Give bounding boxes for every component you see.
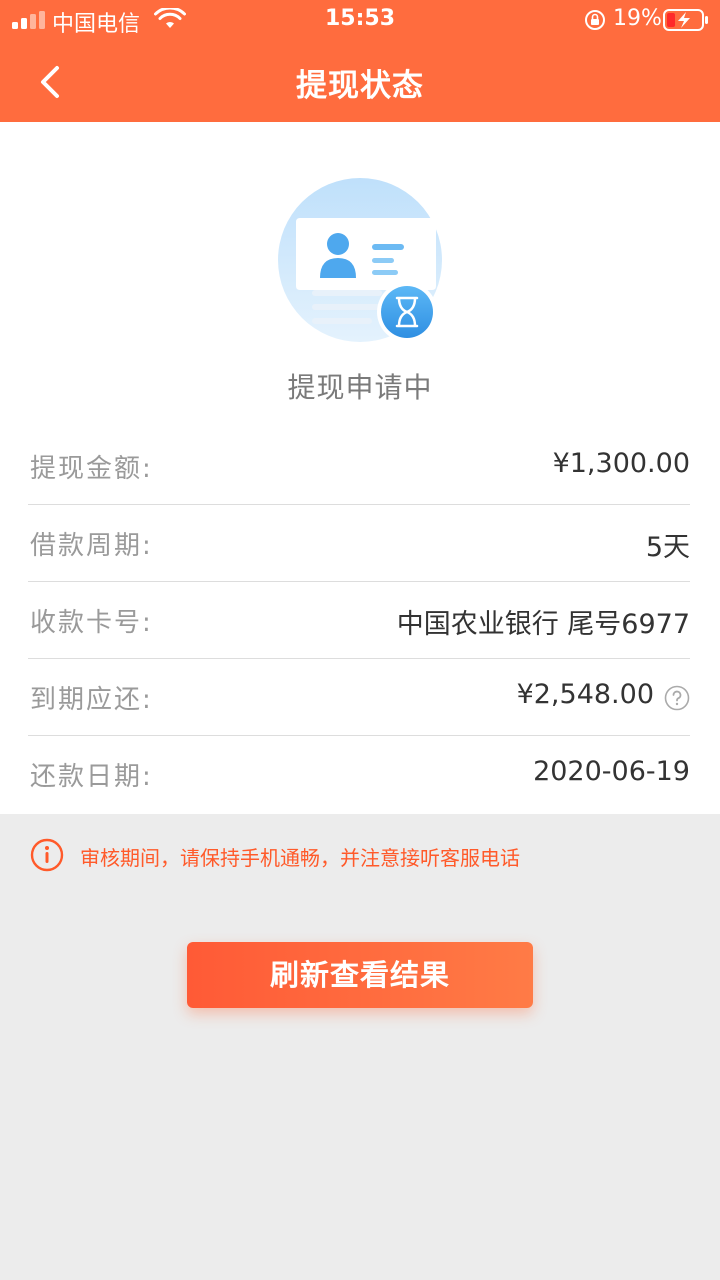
detail-row-period: 借款周期: 5天 (28, 505, 690, 582)
detail-value: 中国农业银行 尾号6977 (396, 609, 690, 640)
detail-value: ¥2,548.00 (516, 679, 654, 710)
detail-label: 提现金额: (30, 454, 153, 484)
detail-row-due-amount: 到期应还: ¥2,548.00 (28, 659, 690, 736)
withdrawal-detail-card: 提现申请中 提现金额: ¥1,300.00 借款周期: 5天 收款卡号: 中国农… (0, 122, 720, 814)
status-bar: 中国电信 15:53 19% (0, 0, 720, 40)
detail-value: ¥1,300.00 (552, 448, 690, 479)
notice-text: 审核期间，请保持手机通畅，并注意接听客服电话 (80, 846, 520, 870)
question-circle-icon[interactable] (664, 685, 690, 711)
detail-label: 借款周期: (30, 531, 153, 561)
clock: 15:53 (324, 6, 396, 31)
detail-row-amount: 提现金额: ¥1,300.00 (28, 428, 690, 505)
withdrawal-status-text: 提现申请中 (287, 371, 433, 404)
app-header: 中国电信 15:53 19% 提现状态 (0, 0, 720, 122)
id-card-hourglass-icon (278, 178, 442, 342)
page-title: 提现状态 (296, 68, 424, 104)
detail-row-card: 收款卡号: 中国农业银行 尾号6977 (28, 582, 690, 659)
detail-label: 到期应还: (30, 685, 153, 715)
detail-label: 收款卡号: (30, 608, 153, 638)
info-circle-icon (30, 838, 64, 872)
refresh-result-button[interactable]: 刷新查看结果 (187, 942, 533, 1008)
battery-charging-icon (663, 9, 708, 31)
detail-label: 还款日期: (30, 762, 153, 792)
detail-value: 5天 (645, 532, 690, 563)
battery-percent: 19% (613, 6, 662, 31)
detail-value: 2020-06-19 (533, 756, 690, 787)
rotation-lock-icon (585, 10, 605, 30)
detail-row-repay-date: 还款日期: 2020-06-19 (28, 736, 690, 812)
